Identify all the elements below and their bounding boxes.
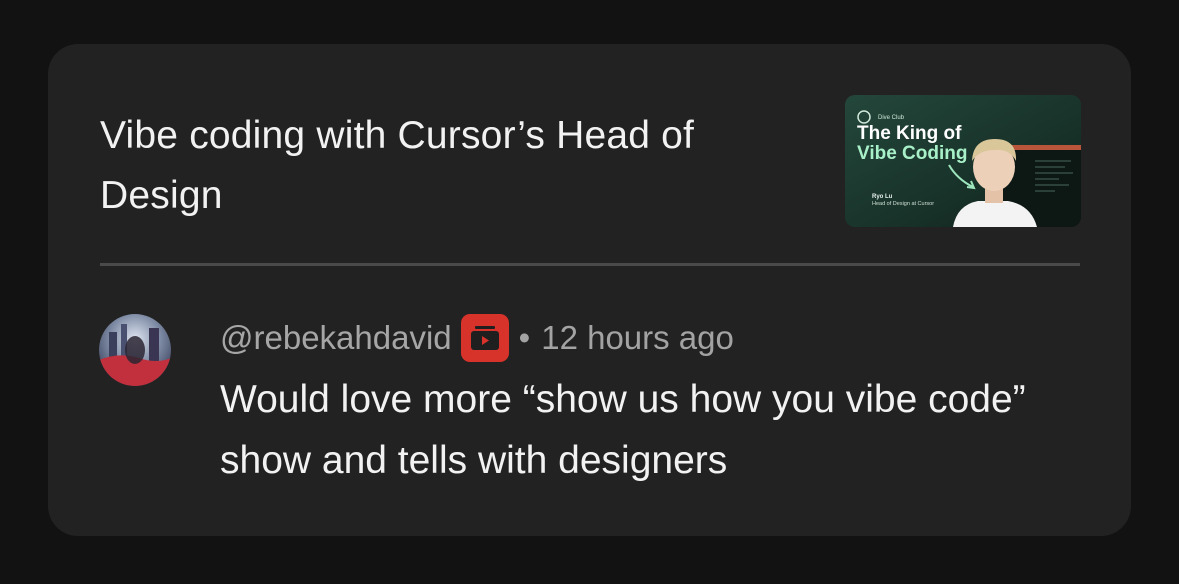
divider bbox=[100, 263, 1080, 266]
comment-text: Would love more “show us how you vibe co… bbox=[220, 378, 1026, 482]
meta-separator: • bbox=[518, 319, 531, 356]
comment-author[interactable]: @rebekahdavid bbox=[220, 319, 452, 357]
comment-meta: @rebekahdavid • 12 hours ago bbox=[220, 314, 734, 362]
thumbnail-headline-line1: The King of bbox=[857, 123, 962, 144]
thumbnail-guest-name: Ryo Lu bbox=[872, 194, 893, 200]
video-thumbnail[interactable]: Dive Club The King of Vibe Coding Ryo Lu… bbox=[845, 95, 1081, 227]
avatar[interactable] bbox=[99, 314, 171, 386]
thumbnail-guest-role: Head of Design at Cursor bbox=[872, 201, 934, 207]
comment-timestamp: 12 hours ago bbox=[541, 319, 734, 356]
video-title[interactable]: Vibe coding with Cursor’s Head of Design bbox=[100, 106, 800, 226]
youtube-premium-icon bbox=[460, 314, 509, 362]
thumbnail-brand: Dive Club bbox=[878, 115, 905, 121]
thumbnail-headline-line2: Vibe Coding bbox=[857, 143, 967, 164]
comment-card: Vibe coding with Cursor’s Head of Design bbox=[48, 44, 1131, 536]
